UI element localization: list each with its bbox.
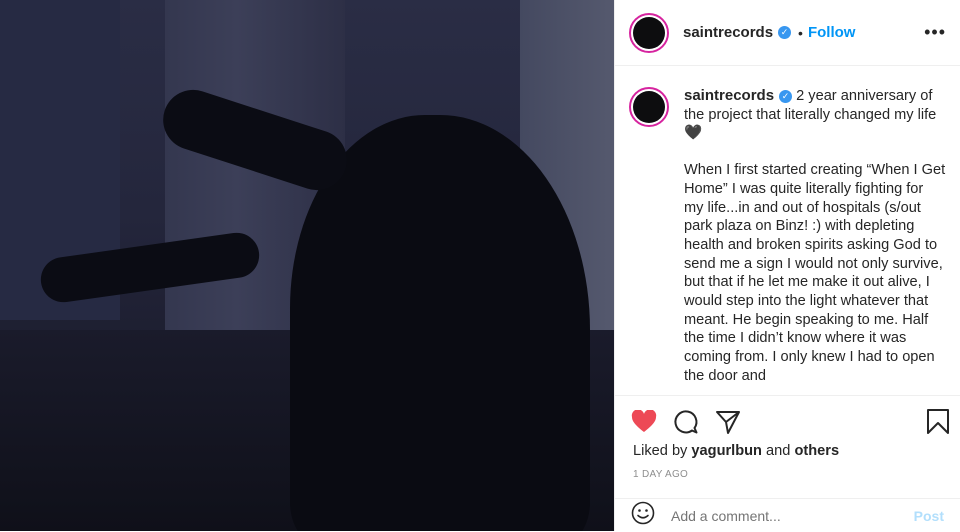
liked-by-user[interactable]: yagurlbun [691,443,762,459]
post-sidebar: saintrecords ✓ • Follow ••• saintrecords… [614,0,960,531]
comment-bar: Post [615,498,960,532]
verified-badge-icon: ✓ [778,26,792,39]
caption: saintrecords ✓ 2 year anniversary of the … [629,87,946,387]
header-username[interactable]: saintrecords [683,24,773,41]
action-bar [615,395,960,447]
emoji-icon[interactable] [631,501,655,530]
caption-text: saintrecords ✓ 2 year anniversary of the … [684,87,946,387]
like-icon[interactable] [631,409,657,434]
post-comment-button[interactable]: Post [914,508,944,524]
follow-button[interactable]: Follow [808,24,856,41]
separator-dot: • [798,24,803,41]
avatar[interactable] [629,12,669,53]
comment-icon[interactable] [673,409,699,435]
post-header: saintrecords ✓ • Follow ••• [615,0,960,66]
caption-username[interactable]: saintrecords [684,87,774,104]
likes-others-link[interactable]: others [794,443,839,459]
likes-and: and [766,443,791,459]
verified-badge-icon: ✓ [779,90,793,103]
avatar-image [633,91,665,123]
post-timestamp[interactable]: 1 DAY AGO [633,469,688,480]
caption-body: When I first started creating “When I Ge… [684,162,946,384]
caption-avatar[interactable] [629,87,669,127]
comment-input[interactable] [669,506,914,525]
share-icon[interactable] [715,409,741,435]
avatar-image [633,16,665,49]
more-options-icon[interactable]: ••• [924,22,946,43]
likes-prefix: Liked by [633,443,688,459]
likes-summary: Liked by yagurlbun and others [633,443,839,459]
post-photo[interactable] [0,0,614,531]
save-icon[interactable] [926,408,950,435]
